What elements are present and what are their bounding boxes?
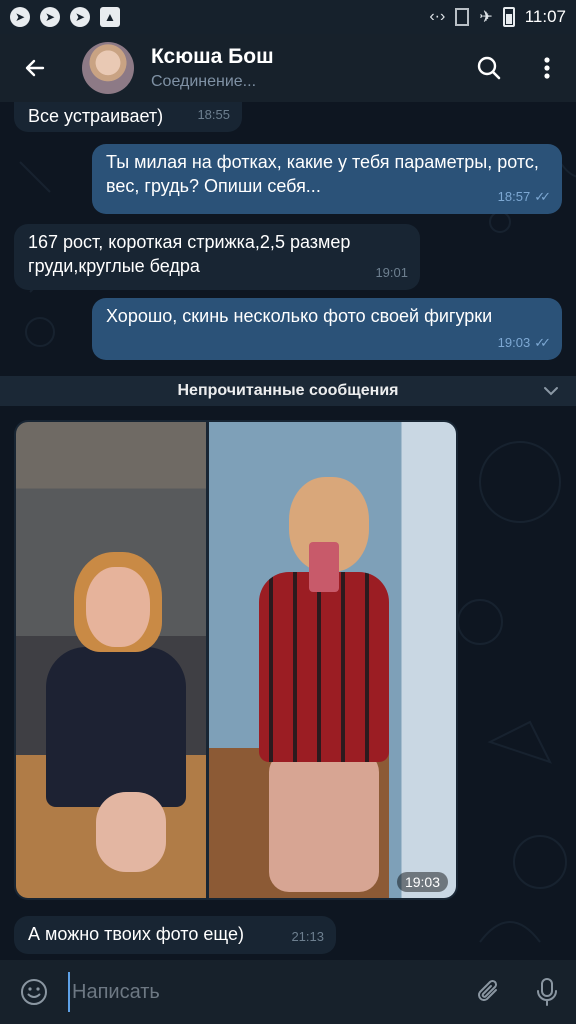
message-bubble-incoming[interactable]: Все устраивает) 18:55 — [14, 102, 242, 132]
more-options-button[interactable] — [518, 34, 576, 102]
message-meta: 18:57 ✓✓ — [497, 185, 551, 209]
notification-icons: ➤ ➤ ➤ ▲ — [10, 7, 120, 27]
telegram-notification-icon: ➤ — [40, 7, 60, 27]
attach-button[interactable] — [460, 960, 518, 1024]
telegram-notification-icon: ➤ — [70, 7, 90, 27]
read-checkmarks-icon: ✓✓ — [534, 335, 551, 350]
photo-thumbnail[interactable] — [209, 422, 456, 898]
message-meta: 19:03 ✓✓ — [497, 331, 551, 355]
telegram-notification-icon: ➤ — [10, 7, 30, 27]
voice-message-button[interactable] — [518, 960, 576, 1024]
photo-album[interactable]: 19:03 — [14, 420, 458, 900]
microphone-icon — [537, 978, 557, 1006]
search-button[interactable] — [460, 34, 518, 102]
data-sync-icon: ‹·› — [429, 8, 446, 25]
connection-status: Соединение... — [151, 73, 257, 90]
message-bubble-outgoing[interactable]: Хорошо, скинь несколько фото своей фигур… — [92, 298, 562, 360]
emoji-button[interactable] — [0, 960, 68, 1024]
message-time: 18:55 — [197, 107, 230, 122]
read-checkmarks-icon: ✓✓ — [534, 189, 551, 204]
status-bar: ➤ ➤ ➤ ▲ ‹·› ✈ 11:07 — [0, 0, 576, 34]
airplane-mode-icon: ✈ — [479, 9, 493, 26]
back-button[interactable] — [0, 34, 70, 102]
unread-messages-label: Непрочитанные сообщения — [177, 382, 399, 399]
message-text: А можно твоих фото еще) — [28, 924, 244, 944]
clock: 11:07 — [524, 7, 566, 26]
message-bubble-incoming[interactable]: А можно твоих фото еще) 21:13 — [14, 916, 336, 954]
more-vertical-icon — [544, 57, 550, 79]
message-time: 19:01 — [375, 265, 408, 280]
battery-icon — [502, 7, 515, 27]
chat-title-block[interactable]: Ксюша Бош Соединение... — [151, 45, 274, 91]
message-bubble-incoming[interactable]: 167 рост, короткая стрижка,2,5 размер гр… — [14, 224, 420, 290]
message-list[interactable]: Все устраивает) 18:55 Ты милая на фотках… — [0, 102, 576, 960]
message-text: Ты милая на фотках, какие у тебя парамет… — [106, 152, 539, 196]
unread-messages-divider: Непрочитанные сообщения — [0, 376, 576, 406]
message-time: 19:03 — [497, 335, 531, 350]
header-actions — [460, 34, 576, 102]
arrow-left-icon — [25, 59, 45, 77]
message-text: Хорошо, скинь несколько фото своей фигур… — [106, 306, 493, 326]
chat-title: Ксюша Бош — [151, 45, 274, 68]
message-input[interactable] — [68, 972, 460, 1012]
message-time: 21:13 — [291, 929, 324, 944]
photo-time: 19:03 — [396, 872, 448, 892]
no-sim-icon — [455, 8, 470, 26]
message-text: Все устраивает) — [28, 106, 164, 126]
smile-icon — [21, 979, 47, 1005]
chat-header: Ксюша Бош Соединение... — [0, 34, 576, 102]
search-icon — [477, 56, 501, 80]
system-icons: ‹·› ✈ 11:07 — [429, 7, 566, 27]
chevron-down-icon[interactable] — [540, 380, 562, 402]
message-bubble-outgoing[interactable]: Ты милая на фотках, какие у тебя парамет… — [92, 144, 562, 214]
message-time: 18:57 — [497, 189, 531, 204]
message-text: 167 рост, короткая стрижка,2,5 размер гр… — [28, 232, 351, 276]
image-notification-icon: ▲ — [100, 7, 120, 27]
photo-thumbnail[interactable] — [16, 422, 206, 898]
avatar[interactable] — [82, 42, 134, 94]
message-composer — [0, 960, 576, 1024]
paperclip-icon — [478, 979, 498, 1001]
